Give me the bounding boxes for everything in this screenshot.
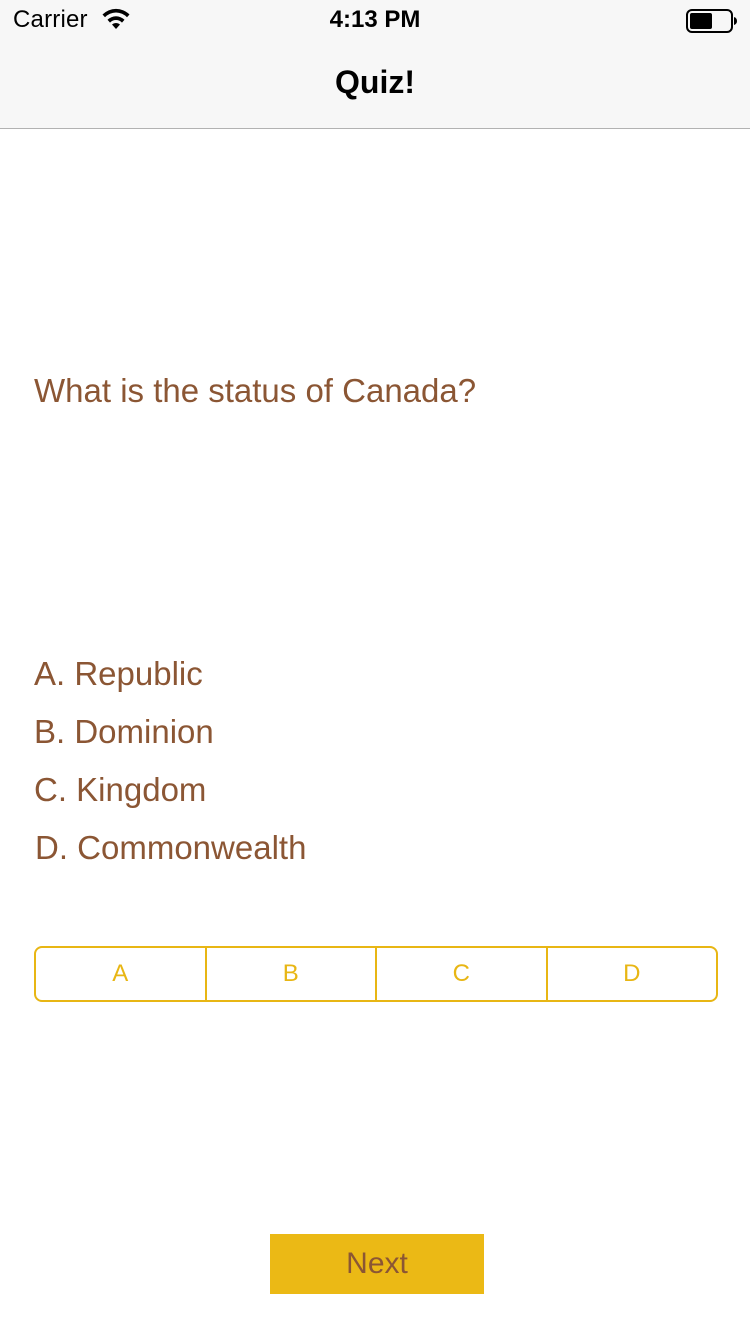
navigation-bar: Quiz! [0,40,750,129]
next-button[interactable]: Next [270,1234,484,1294]
segment-a[interactable]: A [36,948,207,1000]
quiz-screen: Carrier 4:13 PM Quiz! What is the status… [0,0,750,1334]
segment-c[interactable]: C [377,948,548,1000]
answer-segmented-control: A B C D [34,946,718,1002]
status-bar: Carrier 4:13 PM [0,0,750,40]
option-a-label: A. Republic [34,655,203,692]
option-d-label: D. Commonwealth [35,829,307,866]
segment-d[interactable]: D [548,948,717,1000]
battery-icon [686,9,737,33]
status-time: 4:13 PM [329,6,421,33]
option-b-label: B. Dominion [34,713,214,750]
segment-b[interactable]: B [207,948,377,1000]
question-text: What is the status of Canada? [34,372,477,409]
page-title: Quiz! [335,64,415,100]
option-c-label: C. Kingdom [34,771,207,808]
